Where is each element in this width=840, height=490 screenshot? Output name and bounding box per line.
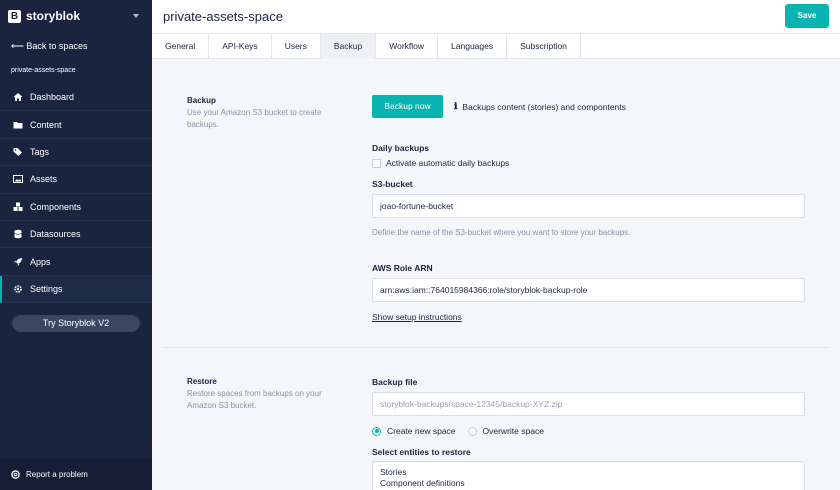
entity-option-component-definitions[interactable]: Component definitions	[380, 478, 797, 489]
home-icon	[12, 92, 23, 103]
sidebar-item-label: Tags	[30, 146, 50, 157]
report-label: Report a problem	[26, 470, 88, 479]
arrow-left-icon: ⟵	[11, 41, 24, 51]
sidebar-item-tags[interactable]: Tags	[0, 139, 152, 167]
sidebar-item-label: Apps	[30, 256, 51, 267]
sidebar-item-label: Content	[30, 119, 62, 130]
backup-info-text: Backups content (stories) and compontent…	[462, 101, 626, 112]
aws-role-arn-input[interactable]: arn:aws:iam::764015984366:role/storyblok…	[372, 278, 805, 302]
folder-icon	[12, 119, 23, 130]
tab-users[interactable]: Users	[272, 34, 321, 59]
tab-languages[interactable]: Languages	[438, 34, 508, 59]
create-new-space-label[interactable]: Create new space	[387, 426, 456, 436]
sidebar-item-label: Settings	[30, 283, 63, 294]
tab-general[interactable]: General	[152, 34, 210, 59]
overwrite-space-label[interactable]: Overwrite space	[483, 426, 544, 436]
backup-info: ℹ Backups content (stories) and componte…	[454, 101, 626, 112]
settings-tabs: General API-Keys Users Backup Workflow L…	[152, 33, 840, 59]
sidebar-nav: Dashboard Content Tags Assets Components	[0, 84, 152, 304]
save-button[interactable]: Save	[785, 4, 829, 28]
tab-subscription[interactable]: Subscription	[507, 34, 581, 59]
backup-section-description: Use your Amazon S3 bucket to create back…	[187, 108, 322, 129]
overwrite-space-radio[interactable]	[467, 426, 477, 436]
brand-name: storyblok	[26, 9, 81, 23]
entity-option-stories[interactable]: Stories	[380, 467, 797, 478]
sidebar-item-assets[interactable]: Assets	[0, 166, 152, 194]
backup-section-title: Backup	[187, 96, 216, 105]
backup-now-button[interactable]: Backup now	[372, 95, 443, 118]
sidebar-item-settings[interactable]: Settings	[0, 275, 152, 304]
show-setup-instructions-link[interactable]: Show setup instructions	[372, 312, 462, 322]
image-icon	[12, 174, 23, 185]
backup-file-input[interactable]: storyblok-backups/space-12345/backup-XYZ…	[372, 392, 805, 416]
sidebar-item-datasources[interactable]: Datasources	[0, 221, 152, 249]
header: private-assets-space Save	[152, 0, 840, 33]
sidebar-item-label: Datasources	[30, 229, 81, 240]
sidebar-item-dashboard[interactable]: Dashboard	[0, 84, 152, 112]
sidebar-item-apps[interactable]: Apps	[0, 248, 152, 276]
sidebar-item-components[interactable]: Components	[0, 194, 152, 221]
select-entities-label: Select entities to restore	[372, 447, 471, 457]
back-to-spaces-link[interactable]: ⟵ Back to spaces	[11, 41, 87, 52]
section-divider	[163, 347, 829, 348]
sidebar-item-label: Assets	[30, 174, 58, 185]
tags-icon	[12, 146, 23, 157]
sidebar-space-name: private-assets-space	[11, 67, 76, 74]
brand[interactable]: B storyblok	[8, 9, 80, 23]
tab-workflow[interactable]: Workflow	[376, 34, 439, 59]
back-link-label: Back to spaces	[26, 41, 88, 51]
report-problem-link[interactable]: Report a problem	[0, 459, 152, 490]
create-new-space-radio[interactable]	[372, 426, 381, 436]
sidebar-item-label: Dashboard	[30, 92, 75, 103]
sidebar-item-label: Components	[30, 201, 82, 212]
restore-section-title: Restore	[187, 377, 217, 386]
daily-backups-label: Daily backups	[372, 143, 430, 153]
daily-backups-checkbox[interactable]	[372, 158, 381, 168]
main-content: Backup Use your Amazon S3 bucket to crea…	[152, 59, 840, 490]
s3-bucket-input[interactable]: joao-fortune-bucket	[372, 194, 805, 218]
tab-backup[interactable]: Backup	[320, 34, 377, 59]
sidebar-item-content[interactable]: Content	[0, 111, 152, 139]
database-icon	[12, 229, 23, 240]
gear-icon	[12, 283, 23, 294]
cubes-icon	[12, 201, 23, 212]
entities-select-list[interactable]: Stories Component definitions	[372, 461, 805, 490]
info-icon: ℹ	[454, 101, 458, 111]
restore-mode-radio-group: Create new space Overwrite space	[372, 426, 544, 436]
try-storyblok-v2-button[interactable]: Try Storyblok V2	[12, 315, 140, 332]
backup-file-label: Backup file	[372, 377, 418, 387]
daily-backups-checkbox-row[interactable]: Activate automatic daily backups	[372, 158, 509, 168]
page-title: private-assets-space	[163, 9, 283, 24]
tab-api-keys[interactable]: API-Keys	[209, 34, 272, 59]
s3-bucket-label: S3-bucket	[372, 179, 413, 189]
lifebuoy-icon	[11, 470, 20, 479]
s3-bucket-help: Define the name of the S3-bucket where y…	[372, 228, 631, 237]
space-switcher-caret-icon[interactable]	[133, 14, 139, 18]
aws-role-arn-label: AWS Role ARN	[372, 263, 433, 273]
daily-backups-checkbox-label: Activate automatic daily backups	[386, 158, 510, 168]
sidebar: B storyblok ⟵ Back to spaces private-ass…	[0, 0, 152, 490]
rocket-icon	[12, 256, 23, 267]
storyblok-logo-icon: B	[8, 9, 21, 23]
restore-section-description: Restore spaces from backups on your Amaz…	[187, 389, 322, 410]
